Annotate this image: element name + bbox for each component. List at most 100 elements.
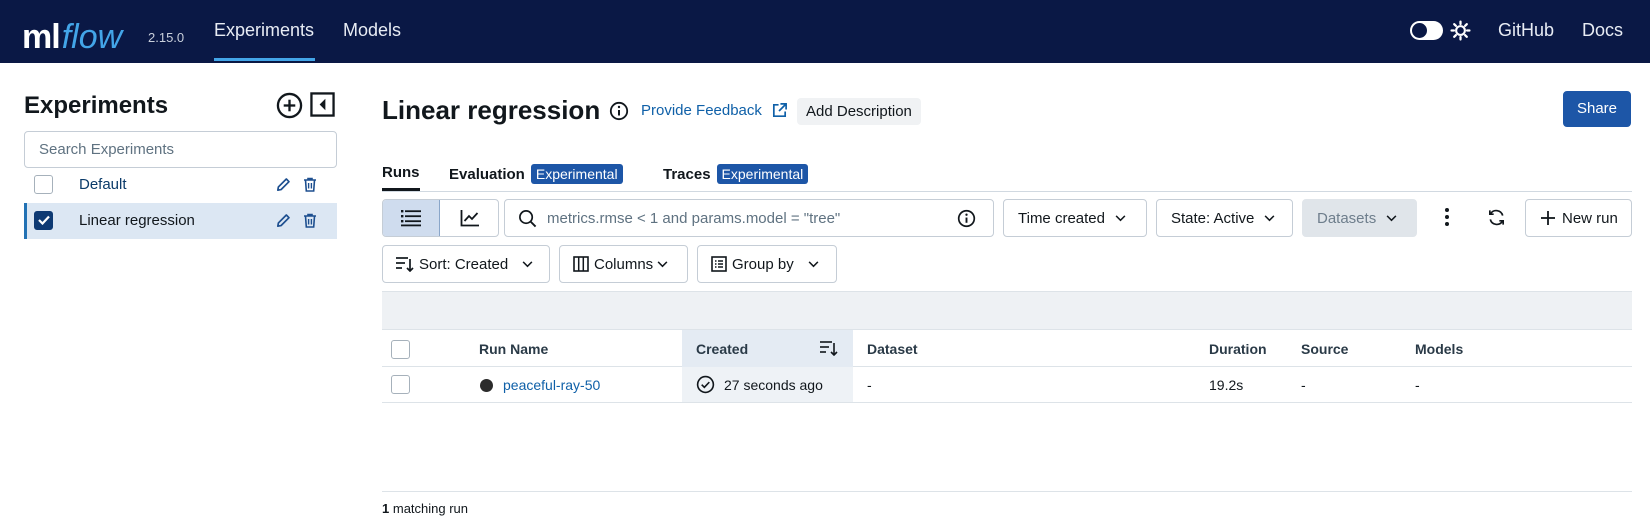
run-search-input[interactable] xyxy=(545,201,945,235)
tab-runs[interactable]: Runs xyxy=(382,164,420,181)
external-link-icon xyxy=(771,102,788,119)
toggle-knob xyxy=(1412,23,1427,38)
models-value: - xyxy=(1415,377,1420,393)
column-header-models[interactable]: Models xyxy=(1415,341,1463,357)
column-header-run-name[interactable]: Run Name xyxy=(479,341,548,357)
chart-view-icon xyxy=(460,210,479,227)
list-view-button[interactable] xyxy=(383,200,440,236)
tab-label[interactable]: Traces xyxy=(663,166,711,183)
page-title: Linear regression xyxy=(382,95,601,125)
experiment-checkbox[interactable] xyxy=(34,175,53,194)
nav-experiments[interactable]: Experiments xyxy=(214,20,314,41)
sort-dropdown[interactable]: Sort: Created xyxy=(382,245,550,283)
sort-icon xyxy=(396,256,414,272)
duration-value: 19.2s xyxy=(1209,377,1244,393)
dropdown-label: Datasets xyxy=(1317,209,1377,227)
row-checkbox[interactable] xyxy=(391,375,410,394)
tab-label[interactable]: Runs xyxy=(382,164,420,181)
column-header-duration[interactable]: Duration xyxy=(1209,341,1267,357)
chevron-down-icon xyxy=(657,260,668,268)
source-value: - xyxy=(1301,377,1306,393)
created-cell: 27 seconds ago xyxy=(682,367,853,402)
experimental-badge: Experimental xyxy=(530,164,623,184)
chart-view-button[interactable] xyxy=(441,200,498,236)
chevron-down-icon xyxy=(1264,214,1275,222)
nav-github[interactable]: GitHub xyxy=(1498,20,1554,41)
chevron-down-icon xyxy=(522,260,533,268)
tabs-divider xyxy=(382,191,1632,192)
table-footer-divider xyxy=(382,491,1632,492)
table-header: Run Name Created Dataset Duration Source… xyxy=(382,329,1632,367)
match-count: 1 xyxy=(382,501,390,516)
columns-dropdown[interactable]: Columns xyxy=(559,245,688,283)
collapse-sidebar-icon[interactable] xyxy=(310,92,335,117)
info-icon[interactable] xyxy=(957,209,976,228)
new-run-label: New run xyxy=(1562,209,1618,227)
matching-runs-count: 1 matching run xyxy=(382,501,468,516)
logo-flow: flow xyxy=(61,18,123,56)
experiment-label[interactable]: Default xyxy=(79,176,127,193)
dropdown-label: Sort: Created xyxy=(419,255,509,273)
experiment-label[interactable]: Linear regression xyxy=(79,212,195,229)
add-circle-icon[interactable] xyxy=(276,92,303,119)
group-by-dropdown[interactable]: Group by xyxy=(697,245,837,283)
trash-icon[interactable] xyxy=(303,213,317,228)
mlflow-logo[interactable]: ml flow xyxy=(22,4,122,54)
datasets-dropdown[interactable]: Datasets xyxy=(1302,199,1417,237)
run-filter-box xyxy=(504,199,994,237)
trash-icon[interactable] xyxy=(303,177,317,192)
column-header-created[interactable]: Created xyxy=(696,341,748,357)
search-icon xyxy=(518,209,537,228)
top-navbar: ml flow 2.15.0 Experiments Models GitHub … xyxy=(0,0,1650,63)
share-button[interactable]: Share xyxy=(1563,91,1631,127)
time-created-dropdown[interactable]: Time created xyxy=(1003,199,1147,237)
run-color-dot[interactable] xyxy=(480,379,493,392)
new-run-button[interactable]: New run xyxy=(1525,199,1632,237)
pencil-icon[interactable] xyxy=(275,176,292,193)
logo-ml: ml xyxy=(22,18,61,56)
columns-icon xyxy=(573,256,589,272)
kebab-menu-icon[interactable] xyxy=(1445,208,1449,226)
select-all-checkbox[interactable] xyxy=(391,340,410,359)
view-mode-toggle xyxy=(382,199,499,237)
table-row: peaceful-ray-50 27 seconds ago - 19.2s -… xyxy=(382,367,1632,403)
check-circle-icon xyxy=(696,375,715,394)
column-header-source[interactable]: Source xyxy=(1301,341,1348,357)
chevron-down-icon xyxy=(1386,214,1397,222)
experiment-checkbox[interactable] xyxy=(34,211,53,230)
dropdown-label: State: Active xyxy=(1171,209,1255,227)
dropdown-label: Group by xyxy=(732,255,794,273)
tab-label[interactable]: Evaluation xyxy=(449,166,525,183)
sidebar-item-default[interactable]: Default xyxy=(24,167,337,203)
sidebar-title: Experiments xyxy=(24,92,169,119)
run-name-link[interactable]: peaceful-ray-50 xyxy=(503,377,600,393)
group-by-icon xyxy=(711,256,727,272)
refresh-icon[interactable] xyxy=(1487,208,1506,227)
nav-docs[interactable]: Docs xyxy=(1582,20,1623,41)
nav-active-indicator xyxy=(214,58,315,61)
pencil-icon[interactable] xyxy=(275,212,292,229)
plus-icon xyxy=(1541,211,1555,225)
add-description-button[interactable]: Add Description xyxy=(797,98,921,125)
version-label: 2.15.0 xyxy=(148,30,185,45)
dataset-value: - xyxy=(867,377,872,393)
column-header-created-cell[interactable]: Created xyxy=(682,330,853,367)
table-group-header-band xyxy=(382,291,1632,329)
chevron-down-icon xyxy=(808,260,819,268)
dark-mode-toggle[interactable] xyxy=(1410,21,1443,40)
tab-evaluation[interactable]: Evaluation Experimental xyxy=(449,164,623,184)
experimental-badge: Experimental xyxy=(716,164,809,184)
dropdown-label: Columns xyxy=(594,255,654,273)
nav-models[interactable]: Models xyxy=(343,20,401,41)
dropdown-label: Time created xyxy=(1018,209,1105,227)
sort-icon[interactable] xyxy=(820,340,838,356)
sidebar-item-linear-regression[interactable]: Linear regression xyxy=(24,203,337,239)
experiment-search-input[interactable] xyxy=(24,131,337,168)
feedback-label[interactable]: Provide Feedback xyxy=(641,102,762,119)
created-value: 27 seconds ago xyxy=(724,377,823,393)
info-icon[interactable] xyxy=(609,101,629,121)
provide-feedback-link[interactable]: Provide Feedback xyxy=(641,102,788,119)
tab-traces[interactable]: Traces Experimental xyxy=(663,164,809,184)
column-header-dataset[interactable]: Dataset xyxy=(867,341,918,357)
state-dropdown[interactable]: State: Active xyxy=(1156,199,1293,237)
